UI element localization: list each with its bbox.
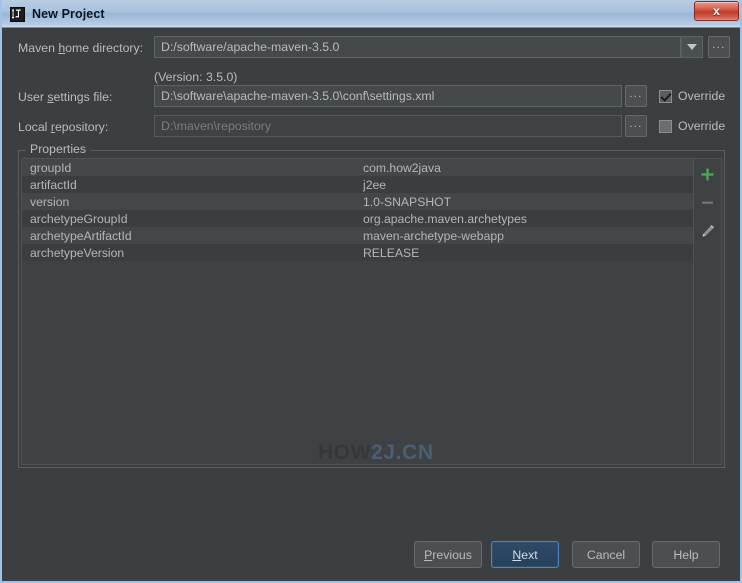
title-bar: New Project x [2, 0, 740, 28]
checkbox-unchecked-icon [659, 119, 672, 133]
plus-icon [701, 168, 714, 181]
user-settings-file-label: User settings file: [18, 90, 113, 104]
cancel-button[interactable]: Cancel [572, 541, 640, 568]
minus-icon [702, 201, 713, 204]
dialog-content: Maven home directory: D:/software/apache… [2, 28, 740, 579]
property-value: com.how2java [363, 160, 441, 175]
properties-panel: groupId com.how2java artifactId j2ee ver… [21, 158, 722, 465]
watermark-part-a: HOW [318, 441, 372, 464]
property-value: org.apache.maven.archetypes [363, 211, 527, 226]
maven-home-dropdown-button[interactable] [681, 36, 703, 58]
table-row[interactable]: version 1.0-SNAPSHOT [22, 193, 694, 210]
maven-home-browse-button[interactable]: ... [708, 36, 730, 58]
local-repository-browse-button[interactable]: ... [625, 115, 647, 137]
property-key: archetypeArtifactId [30, 228, 132, 243]
maven-version-note: (Version: 3.5.0) [154, 70, 238, 84]
pencil-icon [702, 224, 714, 237]
local-repository-label: Local repository: [18, 120, 109, 134]
checkbox-checked-icon [659, 89, 672, 103]
user-settings-file-value: D:\software\apache-maven-3.5.0\conf\sett… [161, 89, 435, 103]
table-row[interactable]: archetypeArtifactId maven-archetype-weba… [22, 227, 694, 244]
add-property-button[interactable] [694, 161, 721, 188]
maven-home-directory-label: Maven home directory: [18, 41, 144, 55]
property-value: RELEASE [363, 245, 420, 260]
property-key: archetypeGroupId [30, 211, 128, 226]
window-title: New Project [32, 7, 105, 21]
table-row[interactable]: artifactId j2ee [22, 176, 694, 193]
ellipsis-icon: ... [629, 118, 643, 130]
next-button[interactable]: Next [491, 541, 559, 568]
local-repository-override-checkbox[interactable]: Override [659, 119, 725, 133]
table-row[interactable]: archetypeGroupId org.apache.maven.archet… [22, 210, 694, 227]
previous-button[interactable]: Previous [414, 541, 482, 568]
local-repository-input[interactable]: D:\maven\repository [154, 115, 622, 137]
close-icon: x [713, 4, 720, 18]
new-project-dialog-window: New Project x Maven home directory: D:/s… [0, 0, 742, 583]
chevron-down-icon [687, 44, 697, 50]
local-repository-value: D:\maven\repository [161, 119, 272, 133]
properties-toolbar [693, 159, 721, 464]
cancel-button-label: Cancel [586, 547, 626, 562]
properties-table[interactable]: groupId com.how2java artifactId j2ee ver… [22, 159, 694, 464]
help-button-label: Help [673, 547, 699, 562]
ellipsis-icon: ... [712, 39, 726, 51]
property-value: maven-archetype-webapp [363, 228, 504, 243]
user-settings-browse-button[interactable]: ... [625, 85, 647, 107]
title-bar-left-group: New Project [10, 4, 105, 24]
watermark: HOW2J.CN [318, 441, 434, 464]
user-settings-override-label: Override [678, 89, 726, 103]
property-value: 1.0-SNAPSHOT [363, 194, 452, 209]
property-key: artifactId [30, 177, 77, 192]
local-repository-override-label: Override [678, 119, 726, 133]
property-key: archetypeVersion [30, 245, 125, 260]
user-settings-override-checkbox[interactable]: Override [659, 89, 725, 103]
user-settings-file-input[interactable]: D:\software\apache-maven-3.5.0\conf\sett… [154, 85, 622, 107]
intellij-idea-icon [10, 6, 25, 22]
edit-property-button[interactable] [694, 217, 721, 244]
property-value: j2ee [363, 177, 387, 192]
table-row[interactable]: archetypeVersion RELEASE [22, 244, 694, 261]
maven-home-directory-value: D:/software/apache-maven-3.5.0 [161, 40, 340, 54]
property-key: version [30, 194, 70, 209]
help-button[interactable]: Help [652, 541, 720, 568]
close-button[interactable]: x [694, 1, 739, 21]
ellipsis-icon: ... [629, 88, 643, 100]
property-key: groupId [30, 160, 72, 175]
watermark-part-b: 2J.CN [371, 441, 434, 464]
remove-property-button[interactable] [694, 189, 721, 216]
properties-group-label: Properties [26, 142, 91, 156]
table-row[interactable]: groupId com.how2java [22, 159, 694, 176]
maven-home-directory-input[interactable]: D:/software/apache-maven-3.5.0 [154, 36, 681, 58]
